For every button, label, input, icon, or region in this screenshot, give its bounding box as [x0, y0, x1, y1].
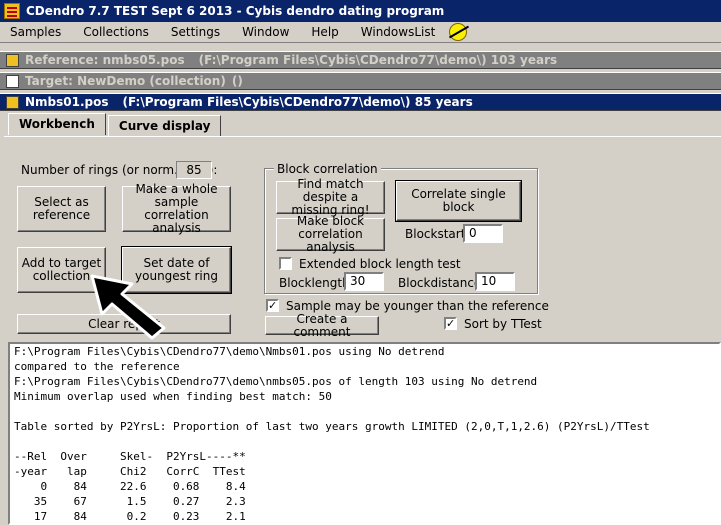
- report-line: 35 67 1.5 0.27 2.3: [14, 495, 246, 508]
- blockdistance-input[interactable]: 10: [475, 272, 515, 291]
- report-line: [10, 404, 719, 419]
- tab-strip: Workbench Curve display: [8, 113, 223, 137]
- report-line: Table sorted by P2YrsL: Proportion of la…: [14, 420, 650, 433]
- menu-settings[interactable]: Settings: [171, 25, 220, 39]
- menu-window[interactable]: Window: [242, 25, 289, 39]
- blocklength-input[interactable]: 30: [344, 272, 384, 291]
- pointer-arrow-icon: [90, 274, 166, 340]
- extended-block-length-label: Extended block length test: [299, 257, 461, 271]
- reference-window-icon: [6, 53, 19, 67]
- menu-help[interactable]: Help: [311, 25, 338, 39]
- extended-block-length-checkbox[interactable]: [279, 257, 292, 270]
- target-window-icon: [6, 74, 19, 88]
- reference-name: Reference: nmbs05.pos: [25, 53, 185, 67]
- find-match-missing-ring-button[interactable]: Find match despite a missing ring!: [276, 178, 385, 217]
- sample-name: Nmbs01.pos: [25, 95, 109, 109]
- target-name: Target: NewDemo (collection): [25, 74, 226, 88]
- report-line: Minimum overlap used when finding best m…: [14, 390, 332, 403]
- app-icon: [4, 3, 20, 19]
- menu-bar: Samples Collections Settings Window Help…: [0, 22, 721, 43]
- whole-sample-correlation-button[interactable]: Make a whole sample correlation analysis: [122, 183, 231, 235]
- reference-path: (F:\Program Files\Cybis\CDendro77\demo\)…: [198, 53, 558, 67]
- rings-value: 85: [176, 161, 212, 179]
- sample-younger-checkbox[interactable]: ✓: [266, 299, 279, 312]
- sample-window-bar[interactable]: Nmbs01.pos (F:\Program Files\Cybis\CDend…: [0, 93, 721, 111]
- sort-by-ttest-label: Sort by TTest: [464, 317, 542, 331]
- correlate-single-block-button[interactable]: Correlate single block: [395, 180, 522, 222]
- blockdistance-label: Blockdistance:: [398, 276, 486, 290]
- target-path: (): [231, 74, 243, 88]
- sample-window-icon: [6, 95, 19, 109]
- blocklength-label: Blocklength:: [279, 276, 354, 290]
- report-line: 0 84 22.6 0.68 8.4: [14, 480, 246, 493]
- report-line: [10, 434, 719, 449]
- target-window-bar[interactable]: Target: NewDemo (collection) (): [0, 72, 721, 90]
- tab-workbench[interactable]: Workbench: [8, 113, 106, 135]
- report-line: 17 84 0.2 0.23 2.1: [14, 510, 246, 523]
- sort-by-ttest-checkbox[interactable]: ✓: [444, 317, 457, 330]
- block-correlation-title: Block correlation: [274, 162, 381, 176]
- create-comment-button[interactable]: Create a comment: [265, 312, 379, 338]
- sample-younger-label: Sample may be younger than the reference: [286, 299, 549, 313]
- title-bar: CDendro 7.7 TEST Sept 6 2013 - Cybis den…: [0, 0, 721, 22]
- report-line: compared to the reference: [14, 360, 180, 373]
- make-block-correlation-button[interactable]: Make block correlation analysis: [276, 215, 385, 254]
- report-line: F:\Program Files\Cybis\CDendro77\demo\nm…: [14, 375, 538, 388]
- blockstart-input[interactable]: 0: [463, 224, 503, 243]
- report-line: F:\Program Files\Cybis\CDendro77\demo\Nm…: [14, 345, 445, 358]
- report-line: --Rel Over Skel- P2YrsL----**: [14, 450, 246, 463]
- menu-windowslist[interactable]: WindowsList: [361, 25, 436, 39]
- dendro-tool-icon[interactable]: [449, 23, 468, 41]
- report-output[interactable]: F:\Program Files\Cybis\CDendro77\demo\Nm…: [8, 342, 721, 525]
- window-title: CDendro 7.7 TEST Sept 6 2013 - Cybis den…: [26, 4, 445, 18]
- select-as-reference-button[interactable]: Select as reference: [17, 186, 106, 232]
- blockstart-label: Blockstart:: [405, 227, 470, 241]
- tab-curve-display[interactable]: Curve display: [107, 115, 222, 137]
- report-line: -year lap Chi2 CorrC TTest: [14, 465, 246, 478]
- menu-samples[interactable]: Samples: [10, 25, 61, 39]
- reference-window-bar[interactable]: Reference: nmbs05.pos (F:\Program Files\…: [0, 51, 721, 69]
- menu-collections[interactable]: Collections: [83, 25, 149, 39]
- sample-path: (F:\Program Files\Cybis\CDendro77\demo\)…: [122, 95, 473, 109]
